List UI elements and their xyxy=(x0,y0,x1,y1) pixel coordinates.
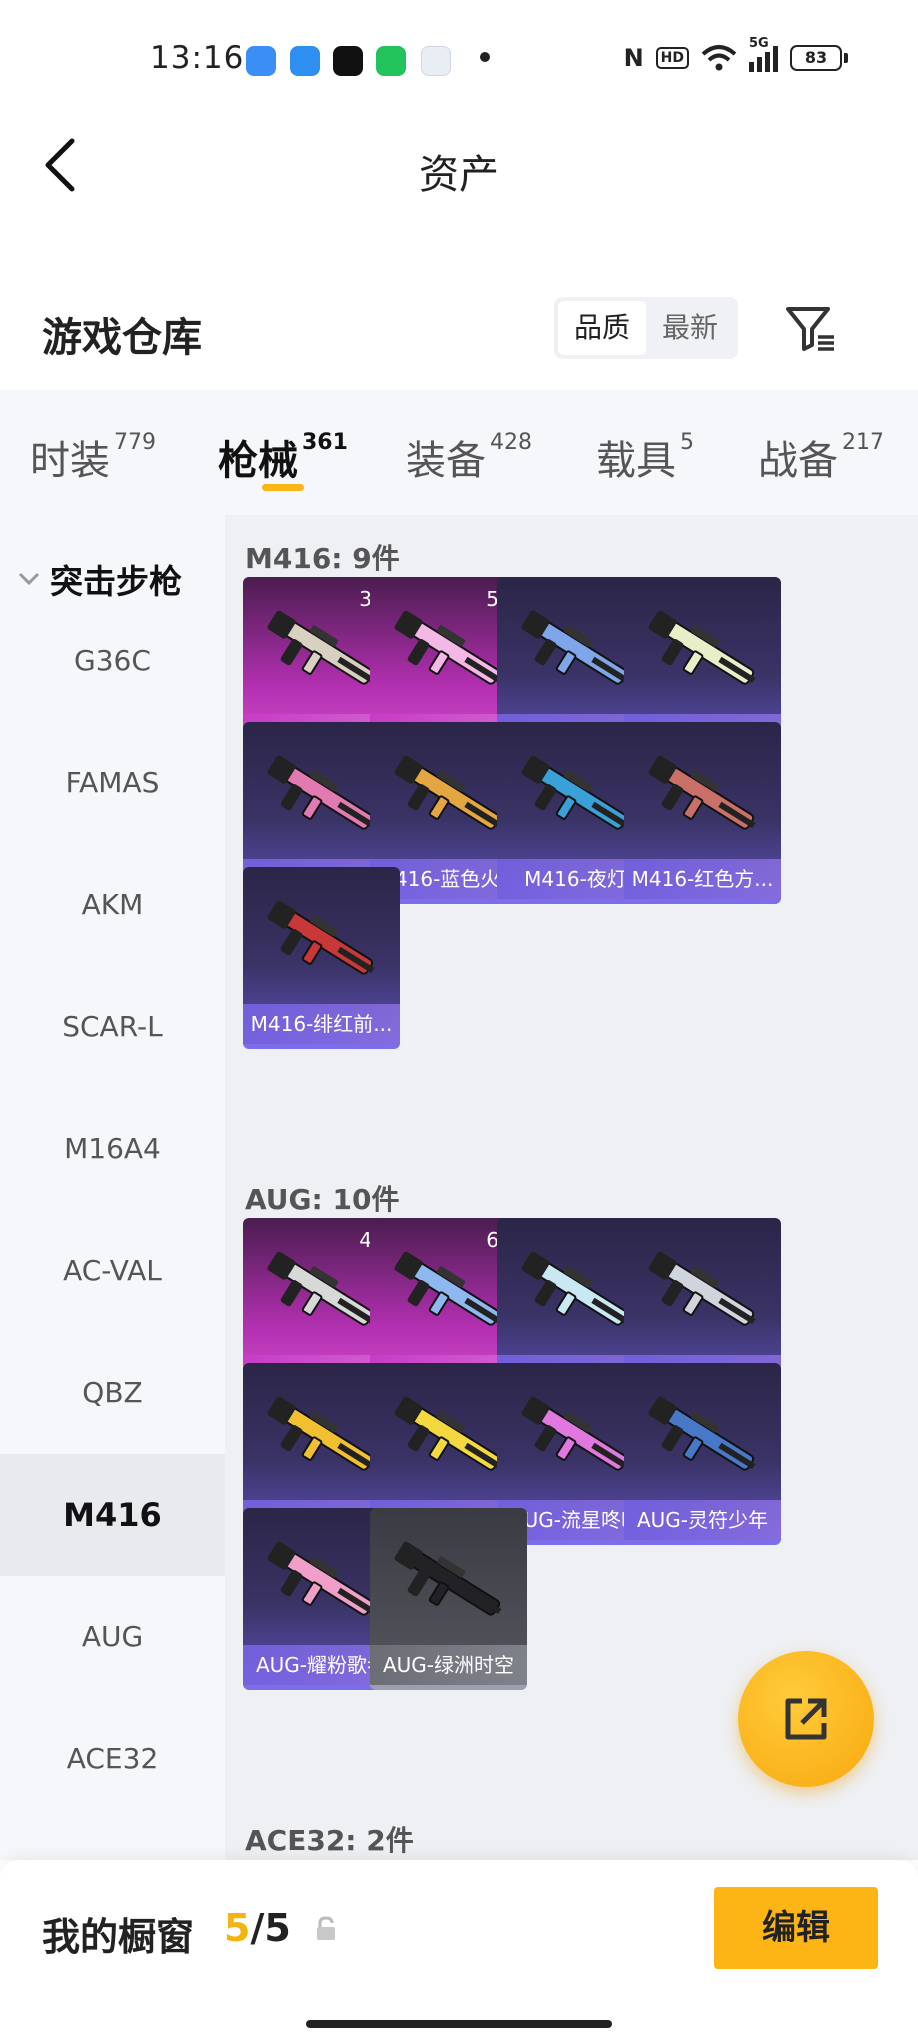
share-icon xyxy=(785,1698,827,1740)
sidebar-category-header[interactable]: 突击步枪 xyxy=(18,555,182,603)
wifi-icon xyxy=(701,45,737,71)
sidebar-item-famas[interactable]: FAMAS xyxy=(0,722,225,844)
sidebar-item-ac-val[interactable]: AC-VAL xyxy=(0,1210,225,1332)
sidebar-item-qbz[interactable]: QBZ xyxy=(0,1332,225,1454)
app-icon-5 xyxy=(421,46,451,76)
nfc-icon: N xyxy=(623,44,644,72)
gun-icon xyxy=(394,610,502,685)
tab-label: 载具 xyxy=(596,438,676,484)
sidebar-header-label: 突击步枪 xyxy=(50,562,182,601)
sidebar-item-akm[interactable]: AKM xyxy=(0,844,225,966)
app-icon-2 xyxy=(290,46,320,76)
tab-fashion[interactable]: 时装 779 xyxy=(30,428,156,486)
sidebar-item-m416[interactable]: M416 xyxy=(0,1454,225,1576)
edit-button[interactable]: 编辑 xyxy=(714,1887,878,1969)
hd-icon: HD xyxy=(655,47,689,69)
gun-icon xyxy=(267,1251,375,1326)
item-card[interactable]: M416-红色方... xyxy=(624,722,781,904)
network-type: 5G xyxy=(749,36,769,51)
page-title: 资产 xyxy=(419,152,499,198)
gun-icon xyxy=(267,1541,375,1616)
tab-equipment[interactable]: 装备 428 xyxy=(406,428,532,486)
gun-icon xyxy=(648,755,756,830)
gun-icon xyxy=(394,1541,502,1616)
tab-supplies[interactable]: 战备 217 xyxy=(758,428,884,486)
tab-count: 428 xyxy=(490,430,532,455)
sort-newest-option[interactable]: 最新 xyxy=(646,301,734,355)
tab-vehicles[interactable]: 载具 5 xyxy=(596,428,694,486)
item-name: AUG-绿洲时空 xyxy=(370,1645,527,1685)
item-card[interactable]: AUG-绿洲时空 xyxy=(370,1508,527,1690)
sort-quality-option[interactable]: 品质 xyxy=(558,301,646,355)
gun-icon xyxy=(267,1396,375,1471)
item-name: M416-绯红前... xyxy=(243,1004,400,1044)
weapon-sidebar: 突击步枪 G36C FAMAS AKM SCAR-L M16A4 AC-VAL … xyxy=(0,515,225,1860)
app-icon-1 xyxy=(246,46,276,76)
showcase-bar: 我的橱窗 5/5 编辑 xyxy=(0,1860,918,2040)
gun-icon xyxy=(267,610,375,685)
sort-toggle: 品质 最新 xyxy=(554,297,738,359)
filter-button[interactable] xyxy=(782,301,838,357)
gun-icon xyxy=(521,1396,629,1471)
signal-icon: 5G xyxy=(749,36,778,72)
home-indicator xyxy=(306,2020,612,2028)
notification-dot-icon xyxy=(480,52,490,62)
gun-icon xyxy=(648,610,756,685)
category-tabs: 时装 779 枪械 361 装备 428 载具 5 战备 217 xyxy=(0,390,918,515)
top-nav: 资产 xyxy=(0,120,918,210)
tiktok-icon xyxy=(333,46,363,76)
showcase-total: /5 xyxy=(250,1906,291,1950)
item-name: M416-红色方... xyxy=(624,859,781,899)
status-right: N HD 5G 83 xyxy=(623,36,848,72)
item-card[interactable]: M416-绯红前... xyxy=(243,867,400,1049)
tab-label: 枪械 xyxy=(218,438,298,484)
gun-icon xyxy=(521,755,629,830)
share-button[interactable] xyxy=(738,1651,874,1787)
chevron-down-icon xyxy=(18,572,40,586)
gun-icon xyxy=(648,1396,756,1471)
sidebar-item-aug[interactable]: AUG xyxy=(0,1576,225,1698)
lock-icon xyxy=(317,1916,335,1940)
gun-icon xyxy=(267,755,375,830)
sidebar-item-ace32[interactable]: ACE32 xyxy=(0,1698,225,1820)
status-bar: 13:16 N HD 5G 83 xyxy=(0,0,918,120)
showcase-current: 5 xyxy=(224,1906,251,1950)
sidebar-item-scar-l[interactable]: SCAR-L xyxy=(0,966,225,1088)
tab-label: 时装 xyxy=(30,438,110,484)
filter-icon xyxy=(786,307,834,351)
app-icon-4 xyxy=(376,46,406,76)
active-tab-indicator xyxy=(262,484,304,491)
gun-icon xyxy=(394,1396,502,1471)
group-title-m416: M416: 9件 xyxy=(245,542,400,575)
tab-count: 361 xyxy=(302,430,348,455)
showcase-count: 5/5 xyxy=(224,1906,291,1950)
gun-icon xyxy=(394,1251,502,1326)
status-time: 13:16 xyxy=(150,40,245,76)
tab-count: 5 xyxy=(680,430,694,455)
gun-icon xyxy=(521,1251,629,1326)
battery-level: 83 xyxy=(790,45,842,71)
gun-icon xyxy=(521,610,629,685)
showcase-label: 我的橱窗 xyxy=(42,1915,195,1959)
tab-label: 装备 xyxy=(406,438,486,484)
gun-icon xyxy=(394,755,502,830)
sidebar-item-m16a4[interactable]: M16A4 xyxy=(0,1088,225,1210)
tab-count: 779 xyxy=(114,430,156,455)
tab-label: 战备 xyxy=(758,438,838,484)
group-title-aug: AUG: 10件 xyxy=(245,1183,400,1216)
battery-icon: 83 xyxy=(790,45,848,71)
warehouse-heading: 游戏仓库 xyxy=(42,315,202,361)
group-title-ace32: ACE32: 2件 xyxy=(245,1824,414,1857)
sidebar-item-g36c[interactable]: G36C xyxy=(0,600,225,722)
item-card[interactable]: AUG-灵符少年 xyxy=(624,1363,781,1545)
gun-icon xyxy=(648,1251,756,1326)
heading-row: 游戏仓库 品质 最新 xyxy=(0,285,918,375)
gun-icon xyxy=(267,900,375,975)
tab-count: 217 xyxy=(842,430,884,455)
tab-guns[interactable]: 枪械 361 xyxy=(218,428,348,486)
item-name: AUG-灵符少年 xyxy=(624,1500,781,1540)
